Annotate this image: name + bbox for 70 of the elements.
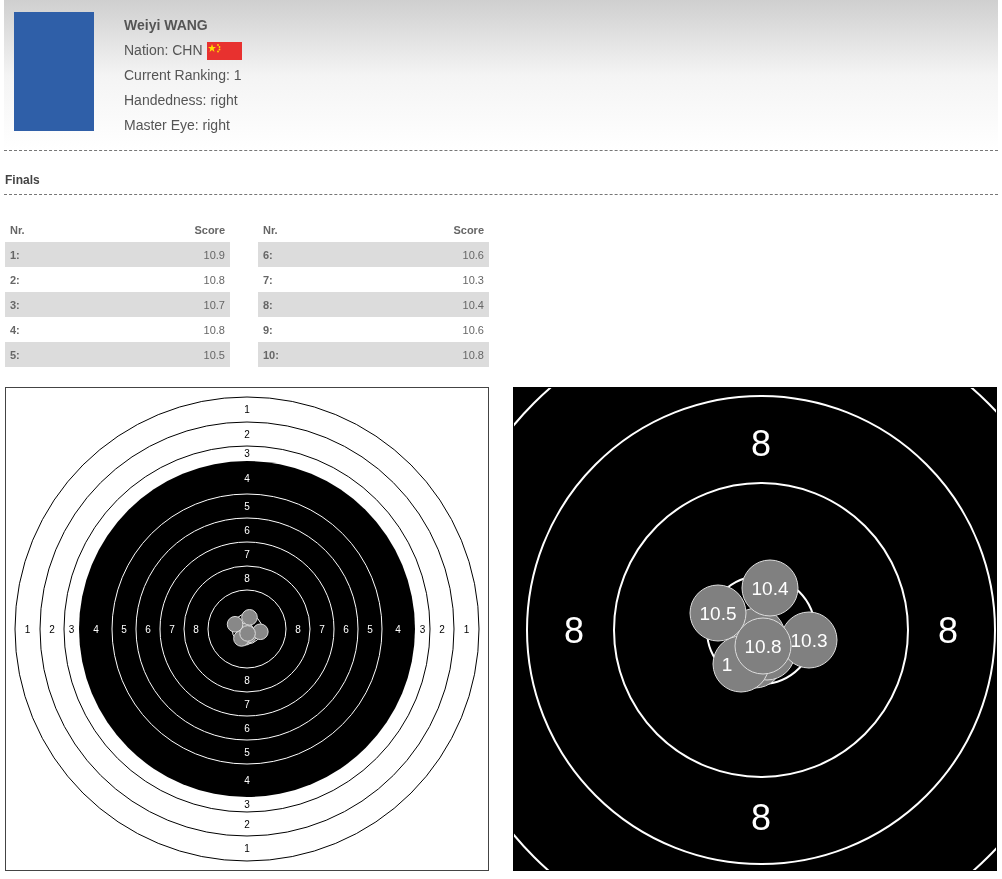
ring-number: 2	[244, 818, 250, 830]
ring-number: 5	[244, 500, 250, 512]
nation-label: Nation: CHN	[124, 41, 203, 60]
ring-number: 7	[169, 623, 175, 635]
shot-number: 5:	[10, 348, 20, 361]
ring-number: 2	[439, 623, 445, 635]
ring-number: 8	[751, 423, 771, 464]
flag-icon	[206, 41, 242, 60]
ring-number: 3	[244, 448, 250, 459]
shot-number: 9:	[263, 323, 273, 336]
ring-number: 8	[295, 623, 301, 635]
column-header: Score	[194, 223, 225, 236]
ring-number: 2	[49, 623, 55, 635]
shot-number: 3:	[10, 298, 20, 311]
ring-number: 3	[419, 623, 426, 635]
ring-number: 7	[244, 548, 250, 560]
shot-hole: 10.5	[689, 584, 747, 642]
shot-score: 10.4	[462, 298, 484, 311]
ring-number: 6	[343, 623, 349, 635]
handedness-label: Handedness: right	[124, 91, 238, 110]
ring-number: 3	[68, 623, 75, 635]
ring-number: 1	[463, 623, 470, 635]
shot-score: 10.6	[462, 248, 484, 261]
ranking-label: Current Ranking: 1	[124, 66, 242, 85]
ring-number: 7	[244, 698, 250, 710]
ring-number: 6	[244, 722, 250, 734]
ring-number: 8	[938, 610, 958, 651]
shot-cluster-drawing	[226, 609, 269, 647]
ring-number: 8	[751, 797, 771, 838]
column-header: Nr.	[10, 223, 25, 236]
ring-number: 1	[24, 623, 31, 635]
ring-number: 4	[244, 774, 250, 786]
ring-number: 6	[244, 524, 250, 536]
ring-number: 3	[244, 799, 250, 810]
shot-score: 10.5	[203, 348, 225, 361]
ring-number: 1	[244, 843, 250, 854]
shot-number: 7:	[263, 273, 273, 286]
ring-number: 8	[244, 572, 250, 584]
ring-number: 5	[367, 623, 373, 635]
column-header: Score	[453, 223, 484, 236]
shot-number: 4:	[10, 323, 20, 336]
ring-number: 8	[193, 623, 199, 635]
shot-number: 10:	[263, 348, 279, 361]
shot-hole: 10.4	[741, 559, 799, 617]
ring-number: 4	[395, 623, 401, 635]
ring-number: 5	[121, 623, 127, 635]
section-title: Finals	[4, 172, 41, 189]
shot-number: 8:	[263, 298, 273, 311]
shot-number: 6:	[263, 248, 273, 261]
shot-number: 1:	[10, 248, 20, 261]
shot-score: 10.8	[203, 273, 225, 286]
column-header: Nr.	[263, 223, 278, 236]
ring-number: 5	[244, 746, 250, 758]
ring-number: 2	[244, 428, 250, 440]
ring-number: 7	[319, 623, 325, 635]
ring-number: 8	[564, 610, 584, 651]
shot-number: 2:	[10, 273, 20, 286]
shot-score: 10.9	[203, 248, 225, 261]
shot-score: 10.3	[462, 273, 484, 286]
shot-score: 10.7	[203, 298, 225, 311]
ring-number: 4	[93, 623, 99, 635]
shot-score: 10.8	[203, 323, 225, 336]
ring-number: 6	[145, 623, 151, 635]
ring-number: 4	[244, 472, 250, 484]
ring-number: 1	[244, 404, 250, 415]
master-eye-label: Master Eye: right	[124, 116, 230, 135]
ring-number: 8	[244, 674, 250, 686]
shot-score: 10.8	[462, 348, 484, 361]
shot-score: 10.6	[462, 323, 484, 336]
athlete-name: Weiyi WANG	[124, 16, 208, 35]
